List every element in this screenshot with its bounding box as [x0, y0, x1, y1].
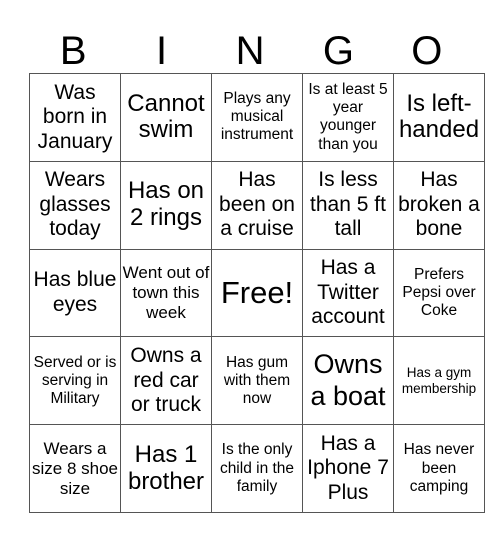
bingo-cell[interactable]: Is the only child in the family	[211, 424, 303, 513]
bingo-cell[interactable]: Was born in January	[29, 73, 121, 162]
bingo-cell[interactable]: Has 1 brother	[120, 424, 212, 513]
grid-row: Was born in January Cannot swim Plays an…	[29, 73, 485, 162]
bingo-cell[interactable]: Went out of town this week	[120, 248, 212, 338]
bingo-cell[interactable]: Has gum with them now	[211, 336, 303, 426]
bingo-cell[interactable]: Served or is serving in Military	[29, 336, 121, 426]
bingo-cell[interactable]: Has a Twitter account	[302, 248, 394, 338]
header-letter-g: G	[322, 29, 354, 73]
grid-row: Wears glasses today Has on 2 rings Has b…	[29, 160, 485, 250]
free-space-cell[interactable]: Free!	[211, 248, 303, 338]
bingo-cell[interactable]: Owns a boat	[302, 336, 394, 426]
bingo-cell[interactable]: Is less than 5 ft tall	[302, 160, 394, 250]
header-letter-o: O	[411, 29, 443, 73]
bingo-cell[interactable]: Cannot swim	[120, 73, 212, 162]
bingo-cell[interactable]: Has a gym membership	[393, 336, 485, 426]
bingo-cell[interactable]: Plays any musical instrument	[211, 73, 303, 162]
bingo-cell[interactable]: Is left-handed	[393, 73, 485, 162]
bingo-cell[interactable]: Wears glasses today	[29, 160, 121, 250]
bingo-cell[interactable]: Owns a red car or truck	[120, 336, 212, 426]
bingo-cell[interactable]: Has been on a cruise	[211, 160, 303, 250]
grid-row: Wears a size 8 shoe size Has 1 brother I…	[29, 424, 485, 513]
bingo-cell[interactable]: Has blue eyes	[29, 248, 121, 338]
bingo-header: B I N G O	[29, 30, 471, 73]
bingo-cell[interactable]: Is at least 5 year younger than you	[302, 73, 394, 162]
bingo-cell[interactable]: Has a Iphone 7 Plus	[302, 424, 394, 513]
grid-row: Has blue eyes Went out of town this week…	[29, 248, 485, 338]
header-letter-b: B	[59, 29, 87, 73]
bingo-grid: Was born in January Cannot swim Plays an…	[29, 73, 485, 513]
bingo-cell[interactable]: Wears a size 8 shoe size	[29, 424, 121, 513]
bingo-cell[interactable]: Has broken a bone	[393, 160, 485, 250]
bingo-cell[interactable]: Prefers Pepsi over Coke	[393, 248, 485, 338]
header-letter-i: I	[156, 29, 168, 73]
header-letter-n: N	[235, 29, 265, 73]
grid-row: Served or is serving in Military Owns a …	[29, 336, 485, 426]
bingo-cell[interactable]: Has on 2 rings	[120, 160, 212, 250]
bingo-cell[interactable]: Has never been camping	[393, 424, 485, 513]
